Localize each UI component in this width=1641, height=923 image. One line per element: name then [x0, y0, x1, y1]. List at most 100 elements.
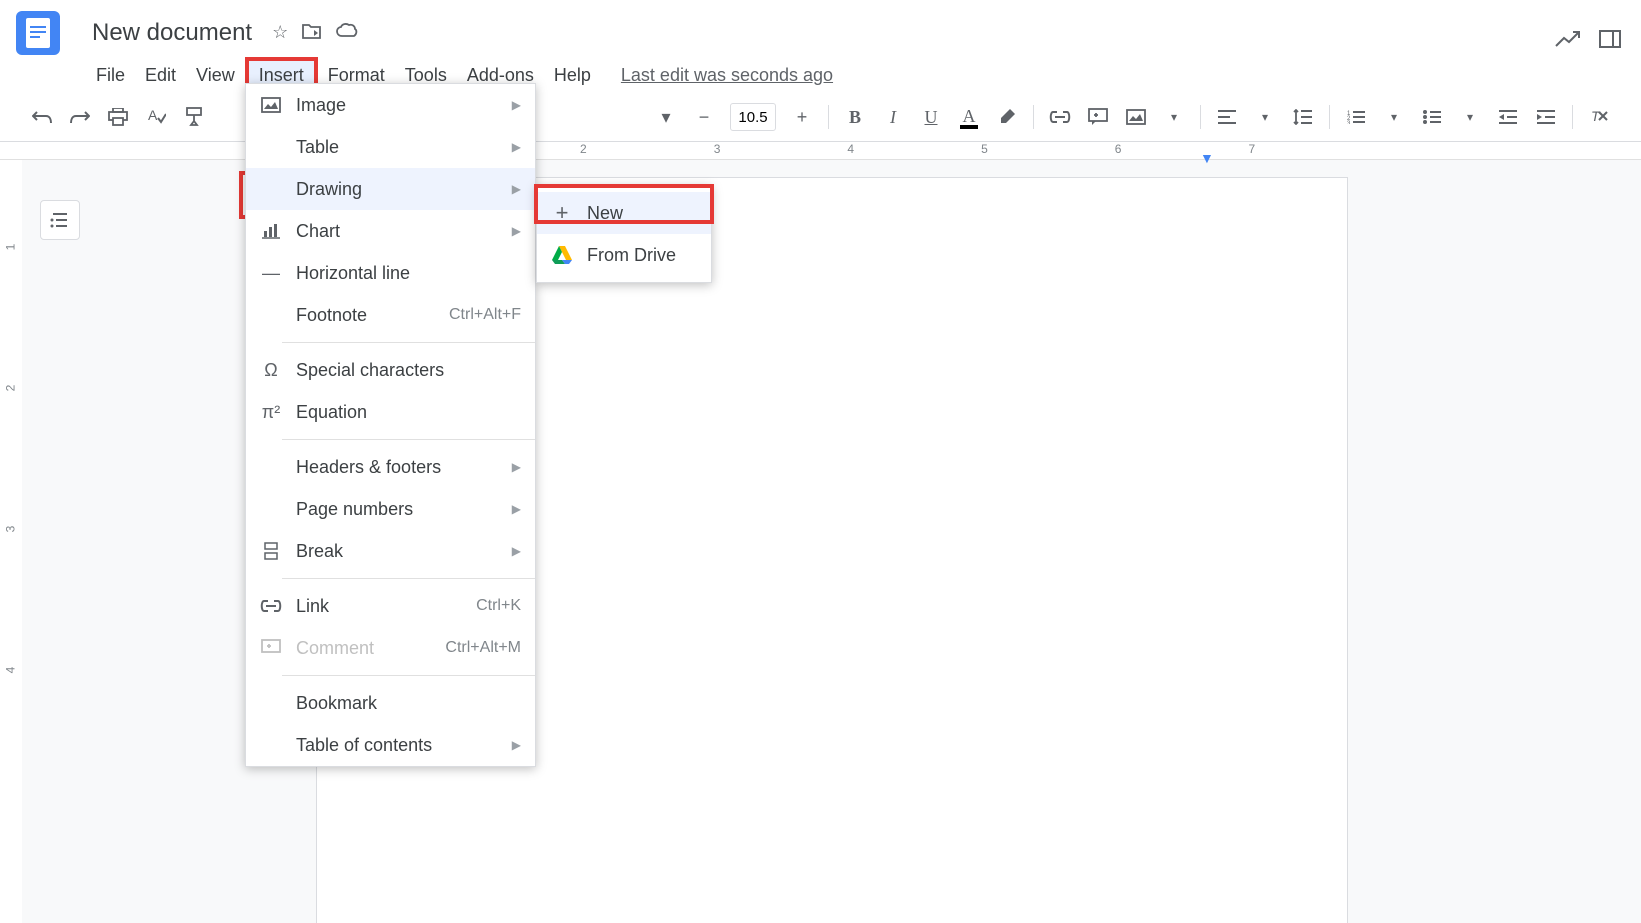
line-spacing-button[interactable] [1287, 101, 1319, 133]
redo-button[interactable] [64, 101, 96, 133]
menu-link[interactable]: Link Ctrl+K [246, 585, 535, 627]
menu-view[interactable]: View [186, 60, 245, 91]
table-icon [260, 136, 282, 158]
font-size-increase-button[interactable]: + [786, 101, 818, 133]
menu-label: Special characters [296, 360, 521, 381]
menu-label: Link [296, 596, 476, 617]
underline-button[interactable]: U [915, 101, 947, 133]
comment-icon [260, 637, 282, 659]
blank-icon [260, 456, 282, 478]
menu-footnote[interactable]: Footnote Ctrl+Alt+F [246, 294, 535, 336]
shortcut-text: Ctrl+Alt+F [449, 306, 521, 324]
shortcut-text: Ctrl+K [476, 597, 521, 615]
plus-icon: + [551, 202, 573, 224]
document-title[interactable]: New document [86, 17, 258, 49]
ruler-mark: 1 [4, 244, 18, 251]
paint-format-button[interactable] [178, 101, 210, 133]
panel-icon[interactable] [1599, 28, 1621, 54]
vertical-ruler: 1 2 3 4 [0, 160, 22, 923]
menu-horizontal-line[interactable]: — Horizontal line [246, 252, 535, 294]
menu-headers-footers[interactable]: Headers & footers ▶ [246, 446, 535, 488]
menu-special-chars[interactable]: Ω Special characters [246, 349, 535, 391]
blank-icon [260, 304, 282, 326]
menu-bookmark[interactable]: Bookmark [246, 682, 535, 724]
divider [282, 439, 535, 440]
text-color-button[interactable]: A [953, 101, 985, 133]
blank-icon [260, 498, 282, 520]
ruler-mark: 3 [4, 526, 18, 533]
arrow-icon: ▶ [512, 460, 521, 474]
docs-logo-icon[interactable] [16, 11, 60, 55]
arrow-icon: ▶ [512, 224, 521, 238]
arrow-icon: ▶ [512, 140, 521, 154]
font-size-input[interactable]: 10.5 [730, 103, 776, 131]
omega-icon: Ω [260, 359, 282, 381]
submenu-from-drive[interactable]: From Drive [537, 234, 711, 276]
font-size-decrease-button[interactable]: − [688, 101, 720, 133]
last-edit-text[interactable]: Last edit was seconds ago [621, 65, 833, 86]
menu-label: Comment [296, 638, 445, 659]
move-icon[interactable] [302, 22, 322, 45]
star-icon[interactable]: ☆ [272, 22, 288, 45]
arrow-icon: ▶ [512, 182, 521, 196]
image-button[interactable] [1120, 101, 1152, 133]
clear-format-button[interactable]: T [1583, 101, 1615, 133]
menu-toc[interactable]: Table of contents ▶ [246, 724, 535, 766]
image-dropdown-button[interactable]: ▾ [1158, 101, 1190, 133]
menu-file[interactable]: File [86, 60, 135, 91]
ruler-mark: 7 [1248, 142, 1255, 156]
menu-chart[interactable]: Chart ▶ [246, 210, 535, 252]
insert-dropdown-menu: Image ▶ Table ▶ Drawing ▶ Chart ▶ — Hori… [245, 83, 536, 767]
menu-break[interactable]: Break ▶ [246, 530, 535, 572]
undo-button[interactable] [26, 101, 58, 133]
ruler-mark: 6 [1115, 142, 1122, 156]
drawing-submenu: + New From Drive [536, 185, 712, 283]
menu-label: Break [296, 541, 512, 562]
menu-label: Drawing [296, 179, 512, 200]
menu-equation[interactable]: π² Equation [246, 391, 535, 433]
font-dropdown-button[interactable]: ▾ [650, 101, 682, 133]
numbered-list-button[interactable]: 123 [1340, 101, 1372, 133]
align-dropdown-button[interactable]: ▾ [1249, 101, 1281, 133]
menu-edit[interactable]: Edit [135, 60, 186, 91]
svg-text:A: A [148, 108, 158, 123]
drawing-icon [260, 178, 282, 200]
cloud-icon[interactable] [336, 22, 358, 45]
menu-label: New [587, 203, 697, 224]
ruler-mark: 2 [4, 385, 18, 392]
menu-label: Bookmark [296, 693, 521, 714]
bullet-list-dropdown[interactable]: ▾ [1454, 101, 1486, 133]
menu-page-numbers[interactable]: Page numbers ▶ [246, 488, 535, 530]
decrease-indent-button[interactable] [1492, 101, 1524, 133]
menu-table[interactable]: Table ▶ [246, 126, 535, 168]
align-button[interactable] [1211, 101, 1243, 133]
hline-icon: — [260, 262, 282, 284]
outline-button[interactable] [40, 200, 80, 240]
menu-label: Image [296, 95, 512, 116]
menu-drawing[interactable]: Drawing ▶ [246, 168, 535, 210]
highlight-button[interactable] [991, 101, 1023, 133]
bold-button[interactable]: B [839, 101, 871, 133]
divider [282, 578, 535, 579]
arrow-icon: ▶ [512, 502, 521, 516]
arrow-icon: ▶ [512, 98, 521, 112]
link-icon [260, 595, 282, 617]
menu-image[interactable]: Image ▶ [246, 84, 535, 126]
trend-icon[interactable] [1555, 28, 1581, 54]
header: New document ☆ [0, 0, 1641, 58]
print-button[interactable] [102, 101, 134, 133]
numbered-list-dropdown[interactable]: ▾ [1378, 101, 1410, 133]
link-button[interactable] [1044, 101, 1076, 133]
comment-button[interactable] [1082, 101, 1114, 133]
italic-button[interactable]: I [877, 101, 909, 133]
ruler-indicator-icon[interactable]: ▼ [1200, 150, 1214, 166]
spellcheck-button[interactable]: A [140, 101, 172, 133]
menu-label: Chart [296, 221, 512, 242]
menu-help[interactable]: Help [544, 60, 601, 91]
submenu-new[interactable]: + New [537, 192, 711, 234]
increase-indent-button[interactable] [1530, 101, 1562, 133]
menu-label: Headers & footers [296, 457, 512, 478]
drive-icon [551, 244, 573, 266]
bullet-list-button[interactable] [1416, 101, 1448, 133]
divider [282, 342, 535, 343]
